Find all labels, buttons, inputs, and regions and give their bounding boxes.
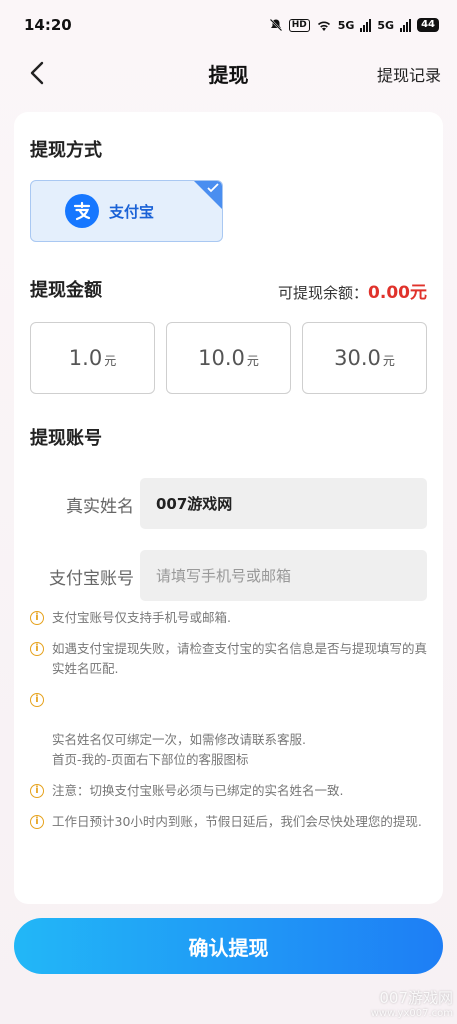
note-text: 实名姓名仅可绑定一次，如需修改请联系客服. 首页-我的-页面右下部位的客服图标 bbox=[52, 732, 306, 767]
alipay-option[interactable]: 支付宝 bbox=[30, 180, 223, 242]
withdraw-card: 提现方式 支付宝 提现金额 可提现余额：0.00元 1.0 元 10.0 元 30.… bbox=[14, 112, 443, 904]
balance-value: 0.00元 bbox=[368, 283, 427, 303]
mute-bell-icon bbox=[269, 18, 282, 32]
amount-section-title: 提现金额 bbox=[30, 280, 102, 301]
wifi-icon bbox=[317, 21, 330, 31]
signal-icon-2 bbox=[400, 18, 412, 32]
info-icon: i bbox=[30, 642, 44, 656]
note-text: 工作日预计30小时内到账，节假日延后，我们会尽快处理您的提现. bbox=[52, 814, 422, 829]
real-name-label: 真实姓名 bbox=[66, 497, 134, 517]
status-icons: HD 5G 5G 44 bbox=[269, 18, 439, 32]
balance-label: 可提现余额： bbox=[278, 284, 369, 302]
nav-bar: 提现 提现记录 bbox=[0, 50, 457, 96]
note-text: 支付宝账号仅支持手机号或邮箱. bbox=[52, 610, 231, 625]
back-arrow-icon[interactable] bbox=[26, 60, 52, 86]
note-item: i 支付宝账号仅支持手机号或邮箱. bbox=[30, 608, 430, 628]
amount-option-10[interactable]: 10.0 元 bbox=[166, 322, 291, 394]
note-item: i 实名姓名仅可绑定一次，如需修改请联系客服. 首页-我的-页面右下部位的客服图… bbox=[30, 690, 430, 770]
info-icon: i bbox=[30, 784, 44, 798]
note-item: i 工作日预计30小时内到账，节假日延后，我们会尽快处理您的提现. bbox=[30, 812, 430, 832]
notes-list: i 支付宝账号仅支持手机号或邮箱. i 如遇支付宝提现失败，请检查支付宝的实名信… bbox=[30, 608, 430, 843]
amount-option-1[interactable]: 1.0 元 bbox=[30, 322, 155, 394]
amount-unit: 元 bbox=[246, 353, 259, 368]
watermark: 007游戏网 www.yx007.com bbox=[371, 990, 453, 1022]
check-icon bbox=[207, 183, 219, 193]
alipay-account-input[interactable]: 请填写手机号或邮箱 bbox=[140, 550, 427, 601]
alipay-icon bbox=[65, 194, 99, 228]
amount-unit: 元 bbox=[382, 353, 395, 368]
status-time: 14:20 bbox=[24, 16, 72, 34]
hd-icon: HD bbox=[288, 18, 310, 32]
method-section-title: 提现方式 bbox=[30, 140, 102, 161]
watermark-text: 007游戏网 bbox=[379, 989, 453, 1007]
note-item: i 注意：切换支付宝账号必须与已绑定的实名姓名一致. bbox=[30, 781, 430, 801]
signal-icon bbox=[360, 18, 372, 32]
account-section-title: 提现账号 bbox=[30, 428, 102, 449]
amount-value: 30.0 bbox=[334, 346, 381, 370]
network-label-2: 5G bbox=[377, 18, 395, 32]
status-bar: 14:20 HD 5G 5G 44 bbox=[0, 0, 457, 50]
note-text: 注意：切换支付宝账号必须与已绑定的实名姓名一致. bbox=[52, 783, 344, 798]
network-label-1: 5G bbox=[337, 18, 355, 32]
info-icon: i bbox=[30, 693, 44, 707]
info-icon: i bbox=[30, 815, 44, 829]
amount-option-30[interactable]: 30.0 元 bbox=[302, 322, 427, 394]
available-balance: 可提现余额：0.00元 bbox=[278, 278, 427, 303]
withdraw-history-link[interactable]: 提现记录 bbox=[377, 62, 441, 86]
note-item: i 如遇支付宝提现失败，请检查支付宝的实名信息是否与提现填写的真实姓名匹配. bbox=[30, 639, 430, 679]
note-text: 如遇支付宝提现失败，请检查支付宝的实名信息是否与提现填写的真实姓名匹配. bbox=[52, 641, 428, 676]
info-icon: i bbox=[30, 611, 44, 625]
alipay-option-label: 支付宝 bbox=[109, 202, 155, 221]
page-title: 提现 bbox=[208, 62, 249, 87]
amount-value: 10.0 bbox=[198, 346, 245, 370]
confirm-withdraw-button[interactable]: 确认提现 bbox=[14, 918, 443, 974]
real-name-input[interactable]: 007游戏网 bbox=[140, 478, 427, 529]
watermark-url: www.yx007.com bbox=[370, 1008, 453, 1019]
battery-icon: 44 bbox=[417, 18, 439, 32]
amount-value: 1.0 bbox=[68, 346, 103, 370]
alipay-account-label: 支付宝账号 bbox=[49, 569, 134, 589]
amount-unit: 元 bbox=[104, 353, 117, 368]
